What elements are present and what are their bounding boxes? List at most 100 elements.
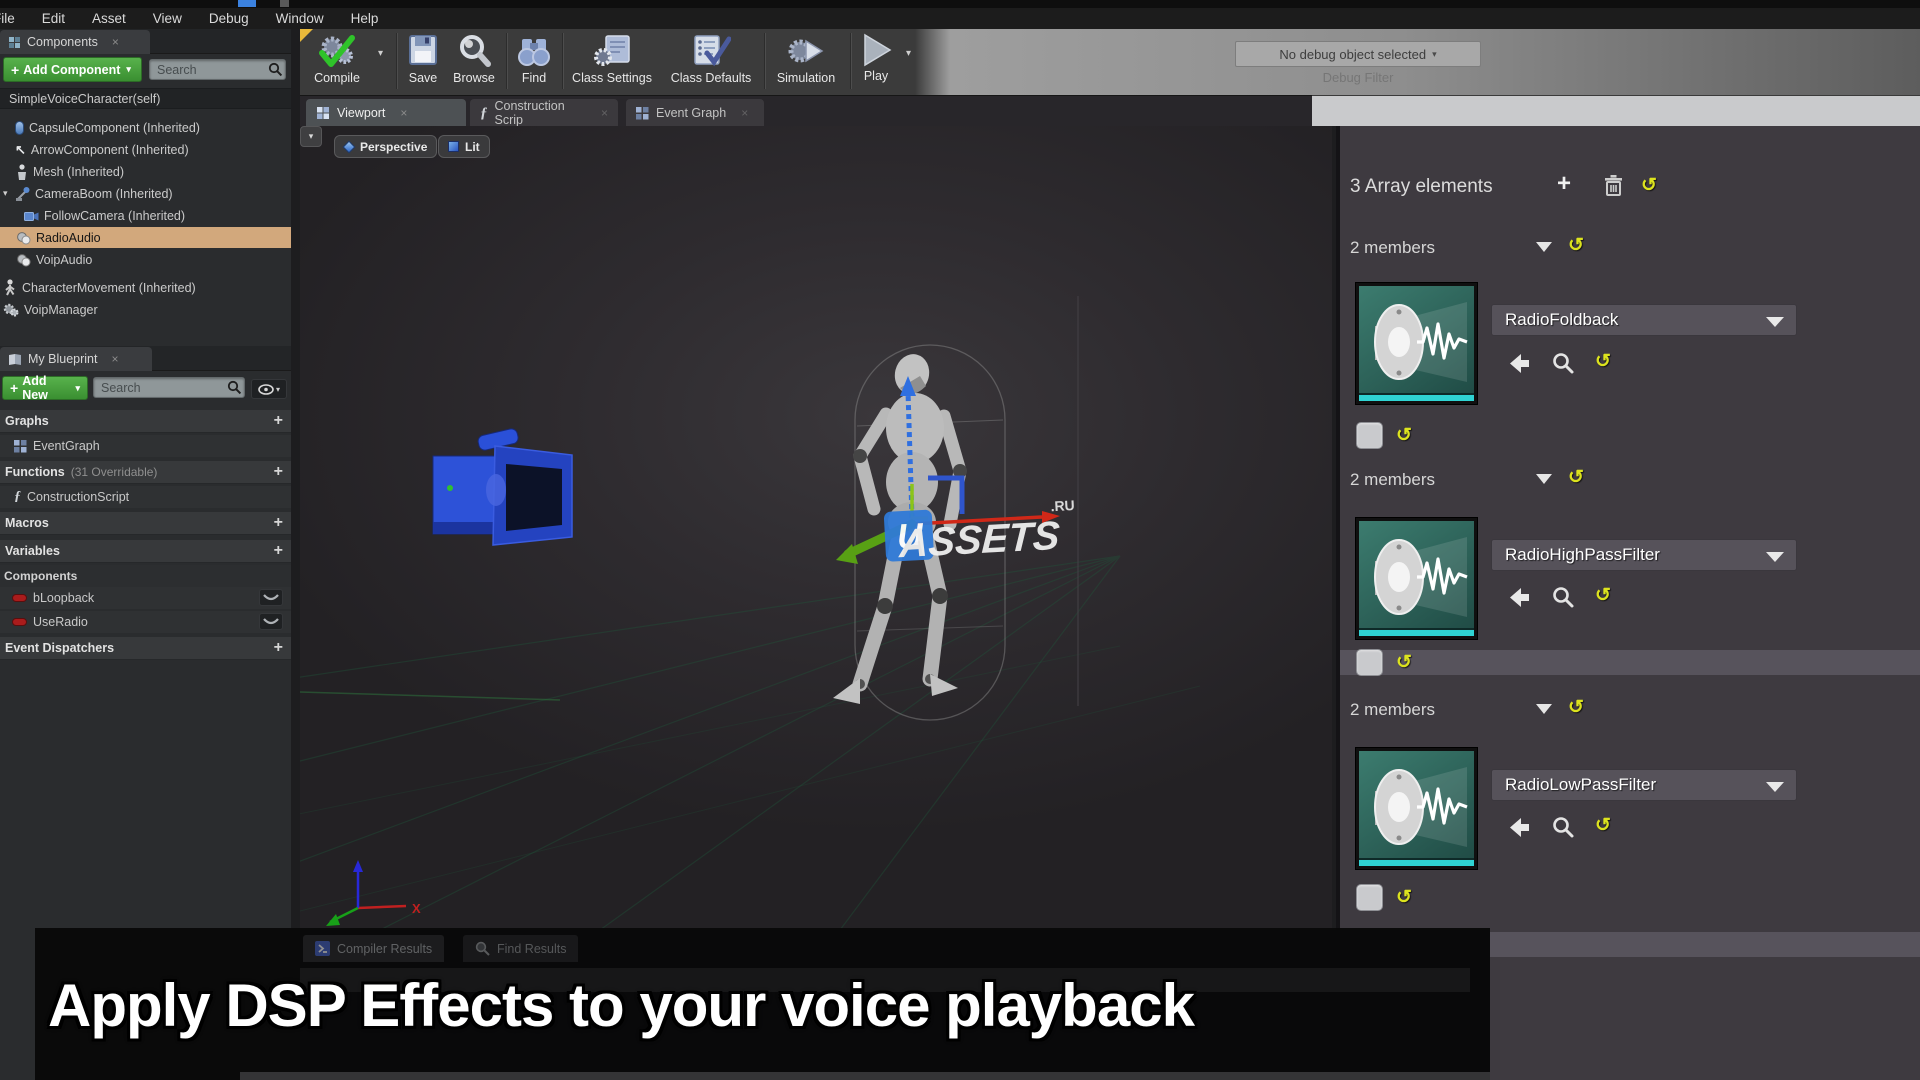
functions-header[interactable]: Functions (31 Overridable) + (0, 461, 291, 484)
lit-mode-button[interactable]: Lit (438, 135, 490, 158)
tab-construction-script[interactable]: ƒ Construction Scrip × (470, 99, 618, 127)
components-search-input[interactable] (149, 59, 286, 80)
variable-bloopback-row[interactable]: bLoopback (0, 587, 291, 609)
reset-icon[interactable]: ↺ (1595, 584, 1611, 607)
function-icon: ƒ (14, 489, 21, 504)
variable-useradio-row[interactable]: UseRadio (0, 611, 291, 633)
tree-item-root[interactable]: SimpleVoiceCharacter(self) (0, 88, 291, 109)
play-button[interactable]: Play (854, 33, 898, 83)
tree-item-followcamera[interactable]: FollowCamera (Inherited) (0, 205, 291, 226)
perspective-button[interactable]: Perspective (334, 135, 438, 158)
eventgraph-row[interactable]: EventGraph (0, 435, 291, 457)
class-defaults-button[interactable]: Class Defaults (664, 33, 758, 85)
reset-icon[interactable]: ↺ (1396, 886, 1412, 909)
expand-arrow-icon[interactable] (1536, 704, 1552, 714)
close-icon[interactable]: × (400, 106, 407, 120)
close-icon[interactable]: × (112, 35, 119, 49)
variables-category-components[interactable]: Components (0, 565, 291, 587)
sound-asset-dropdown[interactable]: RadioHighPassFilter (1491, 539, 1797, 571)
myblueprint-search-input[interactable] (93, 377, 245, 398)
debug-object-dropdown[interactable]: No debug object selected ▾ (1235, 41, 1481, 67)
close-icon[interactable]: × (741, 106, 748, 120)
simulation-button[interactable]: Simulation (768, 33, 844, 85)
class-settings-button[interactable]: Class Settings (566, 33, 658, 85)
tree-item-mesh[interactable]: Mesh (Inherited) (0, 161, 291, 182)
use-selected-arrow-icon[interactable] (1507, 816, 1531, 840)
viewport-3d[interactable]: U ASSETS .RU X ▾ Perspective Lit (300, 126, 1332, 930)
sound-asset-thumbnail[interactable] (1356, 748, 1477, 869)
menu-view[interactable]: View (153, 11, 182, 26)
trash-icon[interactable] (1601, 174, 1625, 198)
bloopback-visibility-toggle[interactable] (259, 589, 283, 606)
graphs-label: Graphs (5, 414, 49, 428)
add-graph-button[interactable]: + (274, 412, 283, 430)
tree-item-voipaudio[interactable]: VoipAudio (0, 249, 291, 270)
expander-icon[interactable]: ▾ (3, 188, 11, 199)
add-variable-button[interactable]: + (274, 542, 283, 560)
find-label: Find (521, 71, 547, 85)
browse-button[interactable]: Browse (446, 33, 502, 85)
constructionscript-row[interactable]: ƒ ConstructionScript (0, 486, 291, 508)
macros-header[interactable]: Macros + (0, 512, 291, 535)
find-button[interactable]: Find (510, 33, 558, 85)
option-checkbox[interactable] (1356, 649, 1383, 676)
compile-button[interactable]: Compile (304, 33, 370, 85)
sound-asset-thumbnail[interactable] (1356, 283, 1477, 404)
reset-icon[interactable]: ↺ (1396, 424, 1412, 447)
option-checkbox[interactable] (1356, 884, 1383, 911)
book-icon (9, 354, 21, 365)
tab-viewport[interactable]: Viewport × (306, 99, 466, 127)
reset-icon[interactable]: ↺ (1568, 234, 1584, 257)
menu-window[interactable]: Window (276, 11, 324, 26)
reset-icon[interactable]: ↺ (1595, 814, 1611, 837)
sound-asset-dropdown[interactable]: RadioFoldback (1491, 304, 1797, 336)
reset-icon[interactable]: ↺ (1595, 350, 1611, 373)
option-checkbox[interactable] (1356, 422, 1383, 449)
reset-icon[interactable]: ↺ (1396, 651, 1412, 674)
tree-item-cameraboom[interactable]: ▾ CameraBoom (Inherited) (0, 183, 291, 204)
browse-to-asset-icon[interactable] (1552, 586, 1576, 610)
menu-file[interactable]: File (0, 11, 15, 26)
visibility-filter-button[interactable]: ▾ (251, 379, 287, 399)
save-button[interactable]: Save (400, 33, 446, 85)
add-component-button[interactable]: + Add Component ▾ (3, 57, 142, 82)
use-selected-arrow-icon[interactable] (1507, 586, 1531, 610)
tree-item-capsulecomponent[interactable]: CapsuleComponent (Inherited) (0, 117, 291, 138)
event-dispatchers-header[interactable]: Event Dispatchers + (0, 637, 291, 660)
reset-icon[interactable]: ↺ (1568, 696, 1584, 719)
perspective-icon (342, 140, 356, 153)
menu-help[interactable]: Help (351, 11, 379, 26)
play-options-dropdown[interactable]: ▾ (906, 48, 911, 59)
tree-item-voipmanager[interactable]: VoipManager (0, 299, 291, 320)
sound-asset-dropdown[interactable]: RadioLowPassFilter (1491, 769, 1797, 801)
expand-arrow-icon[interactable] (1536, 474, 1552, 484)
use-selected-arrow-icon[interactable] (1507, 352, 1531, 376)
browse-to-asset-icon[interactable] (1552, 352, 1576, 376)
tree-item-charactermovement[interactable]: CharacterMovement (Inherited) (0, 277, 291, 298)
add-macro-button[interactable]: + (274, 514, 283, 532)
reset-icon[interactable]: ↺ (1568, 466, 1584, 489)
sound-asset-thumbnail[interactable] (1356, 518, 1477, 639)
compile-options-dropdown[interactable]: ▾ (378, 48, 383, 59)
menu-asset[interactable]: Asset (92, 11, 126, 26)
add-array-element-button[interactable]: + (1557, 172, 1571, 196)
tab-event-graph[interactable]: Event Graph × (626, 99, 764, 127)
close-icon[interactable]: × (601, 106, 608, 120)
chevron-down-icon (1766, 317, 1784, 327)
add-dispatcher-button[interactable]: + (274, 639, 283, 657)
menu-edit[interactable]: Edit (42, 11, 65, 26)
add-function-button[interactable]: + (274, 463, 283, 481)
expand-arrow-icon[interactable] (1536, 242, 1552, 252)
add-new-button[interactable]: + Add New ▾ (2, 374, 88, 402)
useradio-visibility-toggle[interactable] (259, 613, 283, 630)
tree-item-radioaudio[interactable]: RadioAudio (0, 227, 291, 248)
variables-header[interactable]: Variables + (0, 540, 291, 563)
tab-components[interactable]: Components × (0, 30, 150, 54)
close-icon[interactable]: × (111, 352, 118, 366)
browse-to-asset-icon[interactable] (1552, 816, 1576, 840)
menu-debug[interactable]: Debug (209, 11, 249, 26)
reset-icon[interactable]: ↺ (1641, 174, 1657, 197)
tab-my-blueprint[interactable]: My Blueprint × (0, 347, 152, 371)
graphs-header[interactable]: Graphs + (0, 410, 291, 433)
tree-item-arrowcomponent[interactable]: ↖ ArrowComponent (Inherited) (0, 139, 291, 160)
